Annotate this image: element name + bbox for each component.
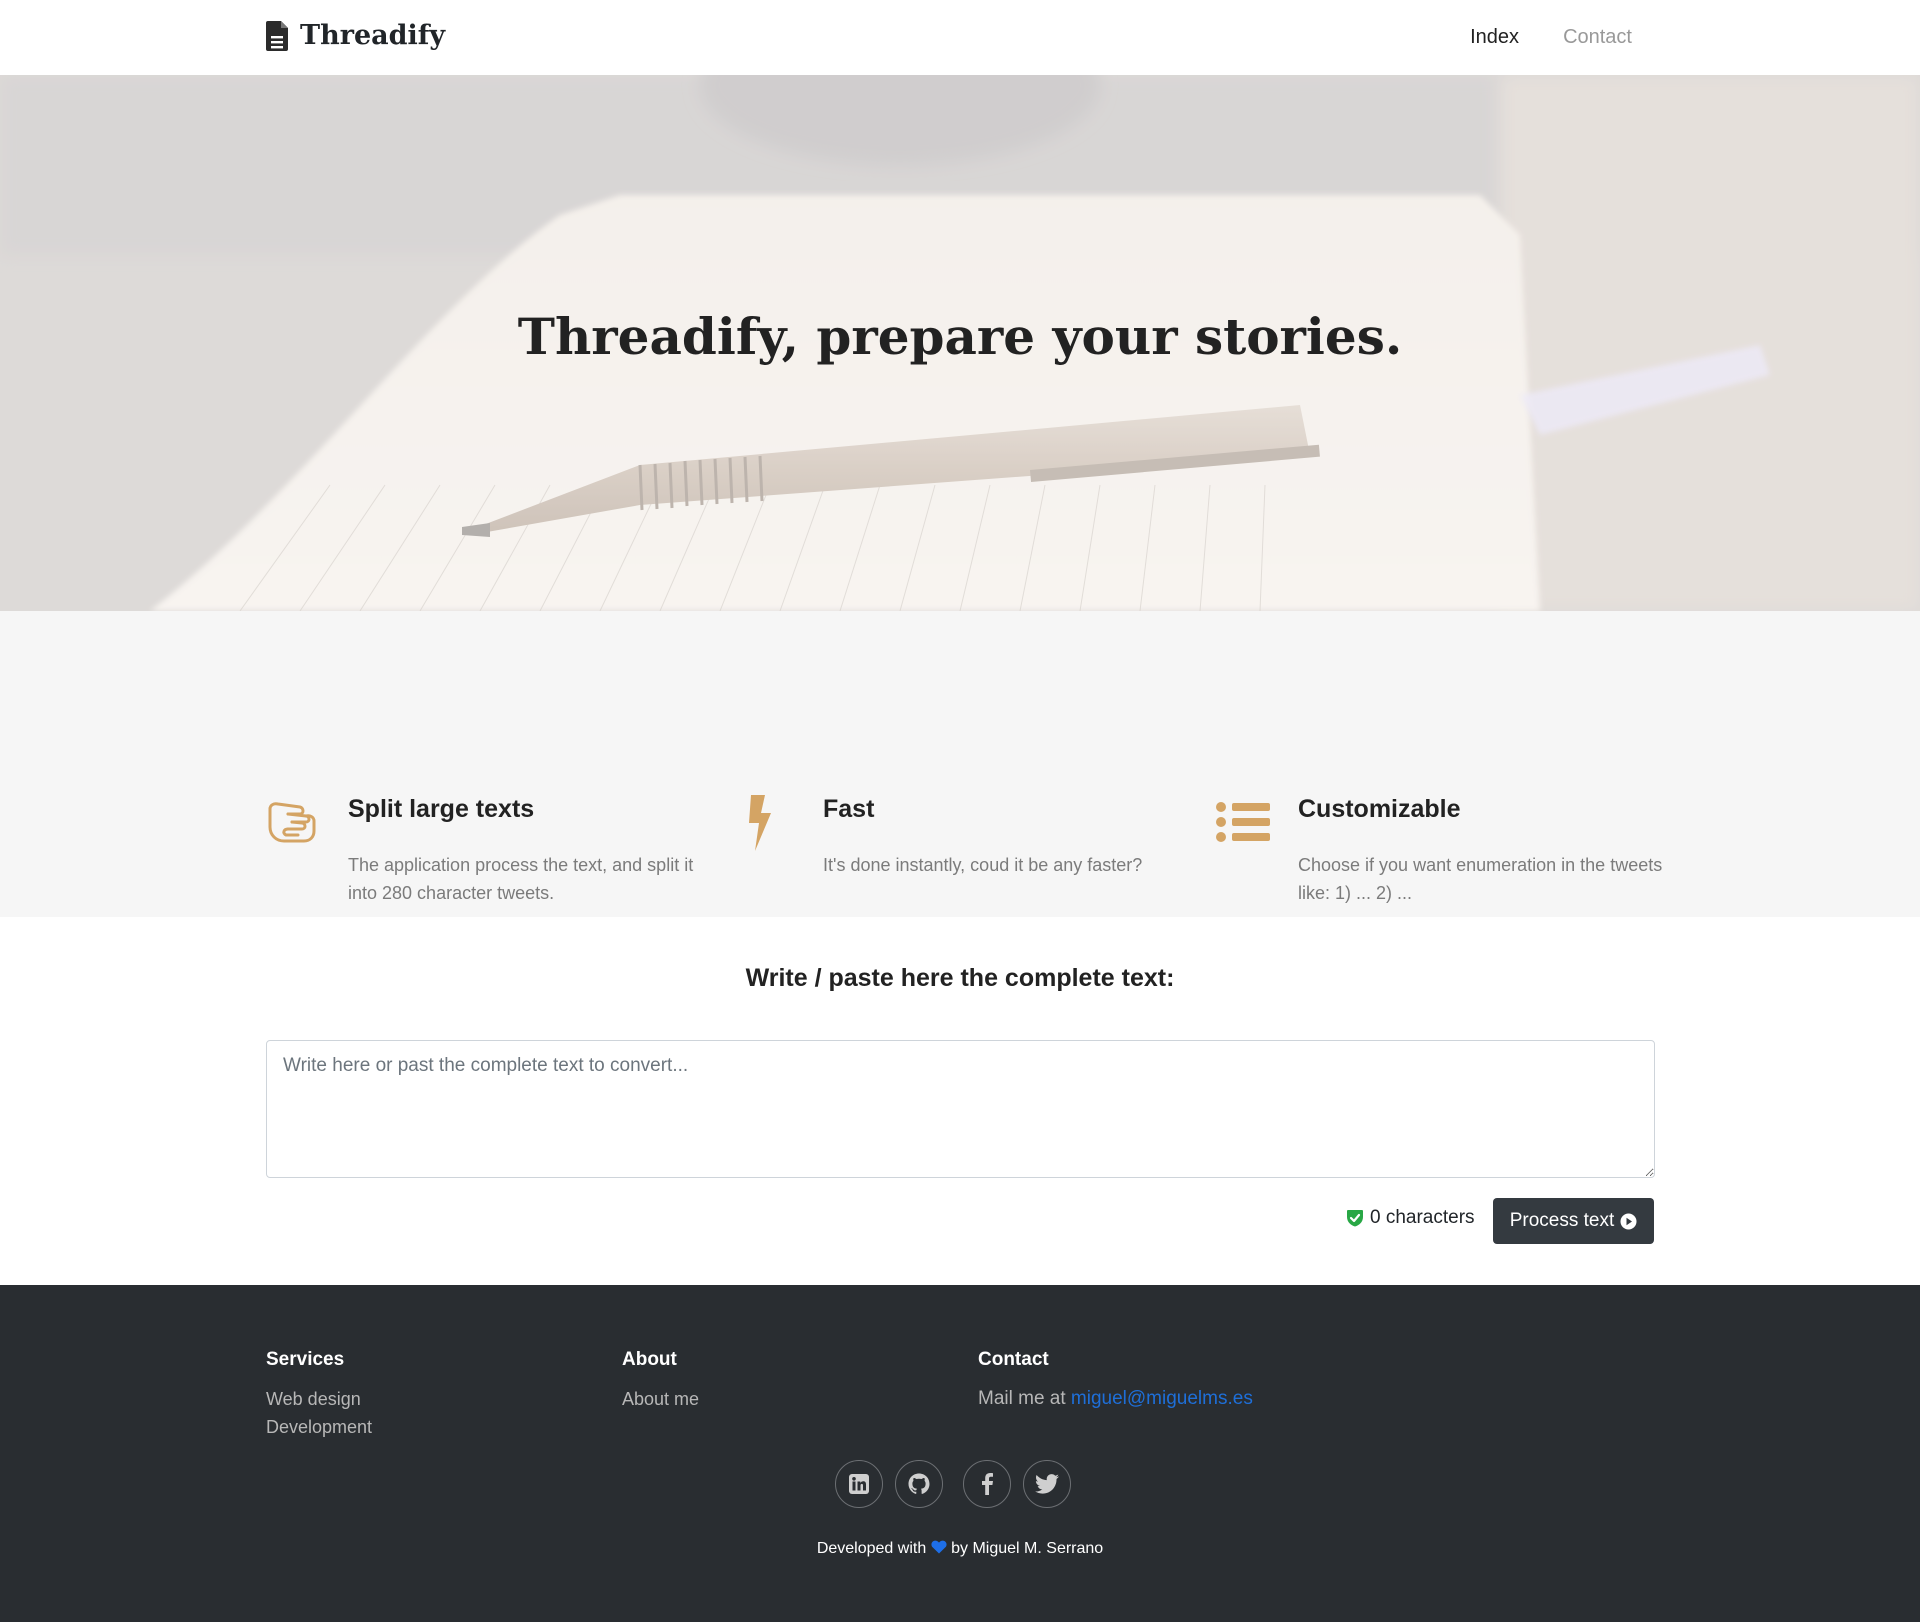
footer-heading-services: Services <box>266 1349 345 1370</box>
credit-prefix: Developed with <box>816 1540 927 1557</box>
process-text-button[interactable]: Process text <box>1493 1198 1654 1244</box>
input-section-title: Write / paste here the complete text: <box>745 964 1175 992</box>
hero-banner: Threadify, prepare your stories. <box>0 75 1920 611</box>
facebook-icon <box>982 1473 993 1495</box>
char-counter: 0 characters <box>1346 1207 1475 1229</box>
features-section: Split large texts The application proces… <box>0 611 1920 917</box>
check-shield-icon <box>1347 1210 1363 1227</box>
process-text-label: Process text <box>1509 1210 1615 1231</box>
feature-title: Fast <box>823 795 875 823</box>
twitter-link[interactable] <box>1023 1460 1071 1508</box>
list-icon <box>1216 802 1270 842</box>
footer-link-web-design[interactable]: Web design <box>266 1385 372 1413</box>
nav-links: Index Contact <box>1470 26 1632 49</box>
footer-credit: Developed with by Miguel M. Serrano <box>0 1540 1920 1558</box>
feature-description: It's done instantly, coud it be any fast… <box>823 855 1143 875</box>
footer-about: About About me <box>622 1349 699 1413</box>
nav-link-contact[interactable]: Contact <box>1563 26 1632 49</box>
footer-services: Services Web design Development <box>266 1349 372 1441</box>
nav-link-index[interactable]: Index <box>1470 26 1519 49</box>
github-icon <box>908 1473 930 1494</box>
feature-description: Choose if you want enumeration in the tw… <box>1298 855 1663 903</box>
char-count-text: 0 characters <box>1370 1207 1475 1228</box>
footer-mail-line: Mail me at miguel@miguelms.es <box>978 1385 1253 1413</box>
hero-title-bold: Threadify <box>517 307 782 366</box>
navbar: Threadify Index Contact <box>0 0 1920 75</box>
footer-link-development[interactable]: Development <box>266 1413 372 1441</box>
github-link[interactable] <box>895 1460 943 1508</box>
social-links <box>835 1460 1071 1508</box>
linkedin-link[interactable] <box>835 1460 883 1508</box>
heart-icon <box>931 1540 947 1554</box>
credit-suffix: by Miguel M. Serrano <box>951 1540 1104 1557</box>
feature-description: The application process the text, and sp… <box>348 855 694 903</box>
footer-contact: Contact Mail me at miguel@miguelms.es <box>978 1349 1253 1413</box>
footer: Services Web design Development About Ab… <box>0 1285 1920 1622</box>
hero-title-rest: , prepare your stories. <box>781 307 1403 366</box>
text-input[interactable] <box>266 1040 1655 1178</box>
feature-title: Customizable <box>1298 795 1461 823</box>
facebook-link[interactable] <box>963 1460 1011 1508</box>
email-link[interactable]: miguel@miguelms.es <box>1071 1388 1253 1409</box>
hero-title: Threadify, prepare your stories. <box>0 307 1920 366</box>
twitter-icon <box>1035 1474 1059 1494</box>
mail-prefix: Mail me at <box>978 1388 1071 1409</box>
play-circle-icon <box>1620 1213 1637 1229</box>
linkedin-icon <box>849 1474 869 1494</box>
footer-heading-contact: Contact <box>978 1349 1049 1370</box>
footer-heading-about: About <box>622 1349 677 1370</box>
file-icon <box>266 20 288 51</box>
brand-link[interactable]: Threadify <box>266 20 445 51</box>
brand-name: Threadify <box>300 20 446 51</box>
hand-peace-icon <box>268 802 316 843</box>
bolt-icon <box>749 795 771 851</box>
feature-title: Split large texts <box>348 795 535 823</box>
footer-link-about-me[interactable]: About me <box>622 1385 699 1413</box>
